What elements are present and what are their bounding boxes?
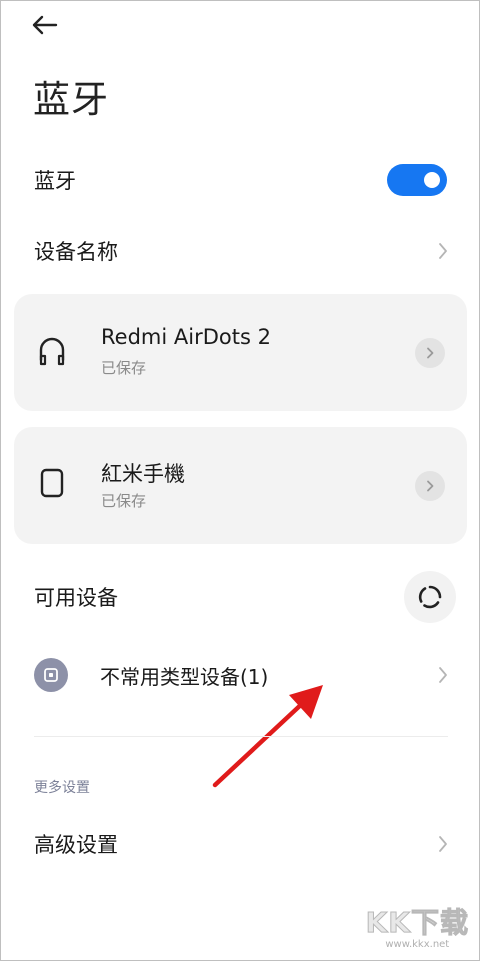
refresh-button[interactable]	[404, 571, 456, 623]
headphones-icon	[39, 337, 65, 366]
watermark-logo: KK下载	[365, 906, 469, 940]
toggle-knob	[424, 172, 440, 188]
device-status: 已保存	[101, 492, 147, 510]
chevron-right-icon	[435, 664, 451, 686]
device-details-button[interactable]	[415, 471, 445, 501]
chevron-right-icon	[427, 480, 434, 492]
arrow-left-icon	[32, 15, 58, 35]
available-devices-label: 可用设备	[34, 586, 118, 610]
device-type-icon	[34, 658, 68, 692]
page-title: 蓝牙	[33, 78, 109, 121]
saved-device-card-airdots[interactable]: Redmi AirDots 2 已保存	[14, 294, 467, 411]
bluetooth-label: 蓝牙	[34, 169, 76, 193]
bluetooth-toggle[interactable]	[387, 164, 447, 196]
phone-icon	[40, 468, 64, 498]
back-button[interactable]	[29, 11, 65, 39]
advanced-settings-label: 高级设置	[34, 833, 118, 857]
chevron-right-icon	[435, 833, 451, 855]
refresh-icon	[418, 585, 442, 609]
saved-device-card-phone[interactable]: 紅米手機 已保存	[14, 427, 467, 544]
advanced-settings-row[interactable]: 高级设置	[1, 823, 480, 865]
device-name-row[interactable]: 设备名称	[1, 231, 480, 271]
device-details-button[interactable]	[415, 338, 445, 368]
available-devices-header: 可用设备	[1, 571, 480, 623]
device-status: 已保存	[101, 359, 147, 377]
chevron-right-icon	[427, 347, 434, 359]
bluetooth-toggle-row[interactable]: 蓝牙	[1, 159, 480, 201]
device-name: Redmi AirDots 2	[101, 325, 271, 349]
section-divider	[34, 736, 448, 737]
device-name-label: 设备名称	[34, 240, 118, 264]
watermark: KK下载 www.kkx.net	[365, 901, 469, 951]
more-settings-section-label: 更多设置	[34, 780, 90, 796]
chevron-right-icon	[435, 240, 451, 262]
device-name: 紅米手機	[101, 462, 185, 486]
